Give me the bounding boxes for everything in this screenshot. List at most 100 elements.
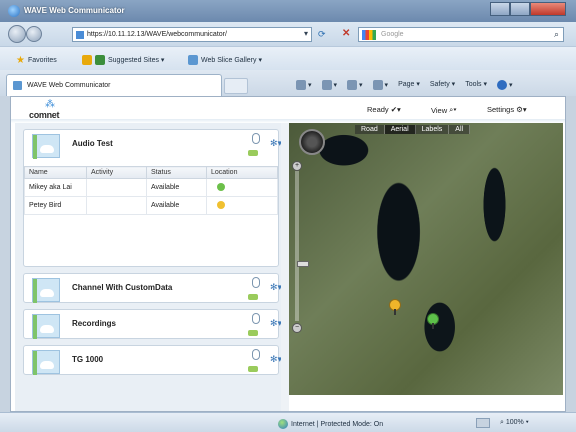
stop-icon[interactable]: ✕ (342, 28, 350, 39)
mail-button[interactable]: ▾ (347, 80, 363, 90)
speaker-icon[interactable] (248, 150, 258, 156)
user-location[interactable] (206, 196, 278, 215)
zoom-slider[interactable] (295, 171, 309, 321)
tab-label: WAVE Web Communicator (27, 82, 111, 89)
channel-card-recordings[interactable]: Recordings ✻▾ (23, 309, 282, 339)
location-pin-icon[interactable] (217, 182, 225, 191)
zoom-out-icon[interactable]: − (292, 323, 302, 333)
logo-burst-icon: ⁂ (45, 99, 55, 110)
map-tab-labels[interactable]: Labels (415, 125, 450, 134)
browser-icon (8, 5, 20, 17)
search-placeholder: Google (381, 31, 404, 38)
suggested-sites-label: Suggested Sites ▾ (108, 57, 165, 64)
map-tab-all[interactable]: All (449, 125, 471, 134)
location-pin-icon[interactable] (217, 200, 225, 209)
ready-label: Ready (367, 105, 389, 114)
tab-row: WAVE Web Communicator ▾ ▾ ▾ ▾ Page ▾ Saf… (0, 70, 576, 96)
feeds-button[interactable]: ▾ (321, 80, 337, 90)
speaker-icon[interactable] (248, 330, 258, 336)
map-pin-petey[interactable] (389, 299, 401, 315)
user-activity (86, 196, 147, 215)
mail-icon (347, 80, 358, 90)
home-button[interactable]: ▾ (296, 80, 312, 90)
zoom-in-icon[interactable]: + (292, 161, 302, 171)
help-menu[interactable]: ▾ (497, 80, 513, 90)
column-activity[interactable]: Activity (86, 166, 147, 179)
search-icon[interactable]: ⌕ (554, 29, 559, 40)
channel-thumbnail (32, 278, 60, 303)
suggested-sites-icon (95, 55, 105, 65)
column-name[interactable]: Name (24, 166, 87, 179)
channel-card-audio-test[interactable]: Audio Test ✻▾ Name Activity Status Locat… (23, 129, 282, 267)
zoom-level[interactable]: ⌕ 100% ▾ (500, 419, 529, 427)
channels-pane: Audio Test ✻▾ Name Activity Status Locat… (15, 123, 282, 411)
web-slice-gallery-label: Web Slice Gallery ▾ (201, 57, 262, 64)
favorites-bar: ★ Favorites Suggested Sites ▾ Web Slice … (0, 46, 576, 70)
home-icon (296, 80, 306, 90)
user-location[interactable] (206, 178, 278, 197)
minimize-button[interactable] (490, 2, 510, 16)
forward-button[interactable] (26, 26, 42, 42)
zoom-slider-handle[interactable] (297, 261, 309, 267)
window-titlebar: WAVE Web Communicator (0, 0, 576, 22)
map-pin-mikey[interactable] (427, 313, 439, 329)
pane-splitter[interactable] (281, 123, 289, 411)
view-button[interactable]: View ⌕▾ (431, 105, 456, 115)
channel-title: TG 1000 (72, 355, 104, 364)
address-dropdown-icon[interactable]: ▾ (304, 29, 308, 38)
address-url: https://10.11.12.13/WAVE/webcommunicator… (87, 31, 227, 38)
microphone-icon[interactable] (252, 133, 260, 144)
microphone-icon[interactable] (252, 349, 260, 360)
search-box[interactable]: Google ⌕ (358, 27, 564, 42)
table-row[interactable]: Petey Bird Available (24, 196, 278, 215)
table-row[interactable]: Mikey aka Lai Available (24, 178, 278, 197)
map-tab-aerial[interactable]: Aerial (384, 125, 416, 134)
address-row: https://10.11.12.13/WAVE/webcommunicator… (0, 22, 576, 46)
back-button[interactable] (8, 25, 26, 43)
check-icon: ✔▾ (390, 105, 401, 114)
refresh-icon[interactable]: ⟳ (318, 29, 326, 40)
settings-button[interactable]: Settings ⚙▾ (487, 105, 527, 114)
microphone-icon[interactable] (252, 277, 260, 288)
safety-menu[interactable]: Safety ▾ (430, 80, 455, 90)
page-content: ⁂ comnet Ready ✔▾ View ⌕▾ Settings ⚙▾ Au… (10, 96, 566, 412)
compass-icon[interactable] (299, 129, 325, 155)
settings-label: Settings (487, 105, 515, 114)
google-icon (362, 30, 376, 40)
security-zone[interactable]: Internet | Protected Mode: On (278, 419, 383, 429)
close-button[interactable] (530, 2, 566, 16)
zoom-value: 100% (505, 419, 524, 426)
favorites-button[interactable]: ★ Favorites (16, 55, 57, 66)
channel-title: Audio Test (72, 139, 113, 148)
page-menu[interactable]: Page ▾ (398, 80, 420, 90)
microphone-icon[interactable] (252, 313, 260, 324)
address-bar[interactable]: https://10.11.12.13/WAVE/webcommunicator… (72, 27, 312, 42)
web-slice-gallery-button[interactable]: Web Slice Gallery ▾ (188, 55, 262, 65)
command-bar: ▾ ▾ ▾ ▾ Page ▾ Safety ▾ Tools ▾ ▾ (296, 80, 513, 90)
speaker-icon[interactable] (248, 366, 258, 372)
channel-thumbnail (32, 350, 60, 375)
magnifier-icon: ⌕▾ (449, 105, 457, 114)
column-status[interactable]: Status (146, 166, 207, 179)
comnet-logo: ⁂ comnet (27, 99, 75, 121)
internet-globe-icon (278, 419, 288, 429)
channel-title: Channel With CustomData (72, 283, 173, 292)
ready-button[interactable]: Ready ✔▾ (367, 105, 401, 114)
protected-mode-icon[interactable] (476, 418, 490, 428)
tools-menu[interactable]: Tools ▾ (465, 80, 487, 90)
column-location[interactable]: Location (206, 166, 278, 179)
map-tab-road[interactable]: Road (355, 125, 385, 134)
channel-card-tg-1000[interactable]: TG 1000 ✻▾ (23, 345, 282, 375)
channel-card-custom-data[interactable]: Channel With CustomData ✻▾ (23, 273, 282, 303)
help-icon (497, 80, 507, 90)
favorites-label: Favorites (27, 57, 57, 64)
aerial-map[interactable]: Road Aerial Labels All + − (289, 123, 563, 395)
speaker-icon[interactable] (248, 294, 258, 300)
maximize-button[interactable] (510, 2, 530, 16)
tab-wave-web-communicator[interactable]: WAVE Web Communicator (6, 74, 222, 96)
print-button[interactable]: ▾ (372, 80, 388, 90)
star-icon: ★ (16, 55, 25, 66)
suggested-sites-button[interactable]: Suggested Sites ▾ (82, 55, 164, 65)
window-title: WAVE Web Communicator (24, 6, 125, 15)
new-tab-button[interactable] (224, 78, 248, 94)
